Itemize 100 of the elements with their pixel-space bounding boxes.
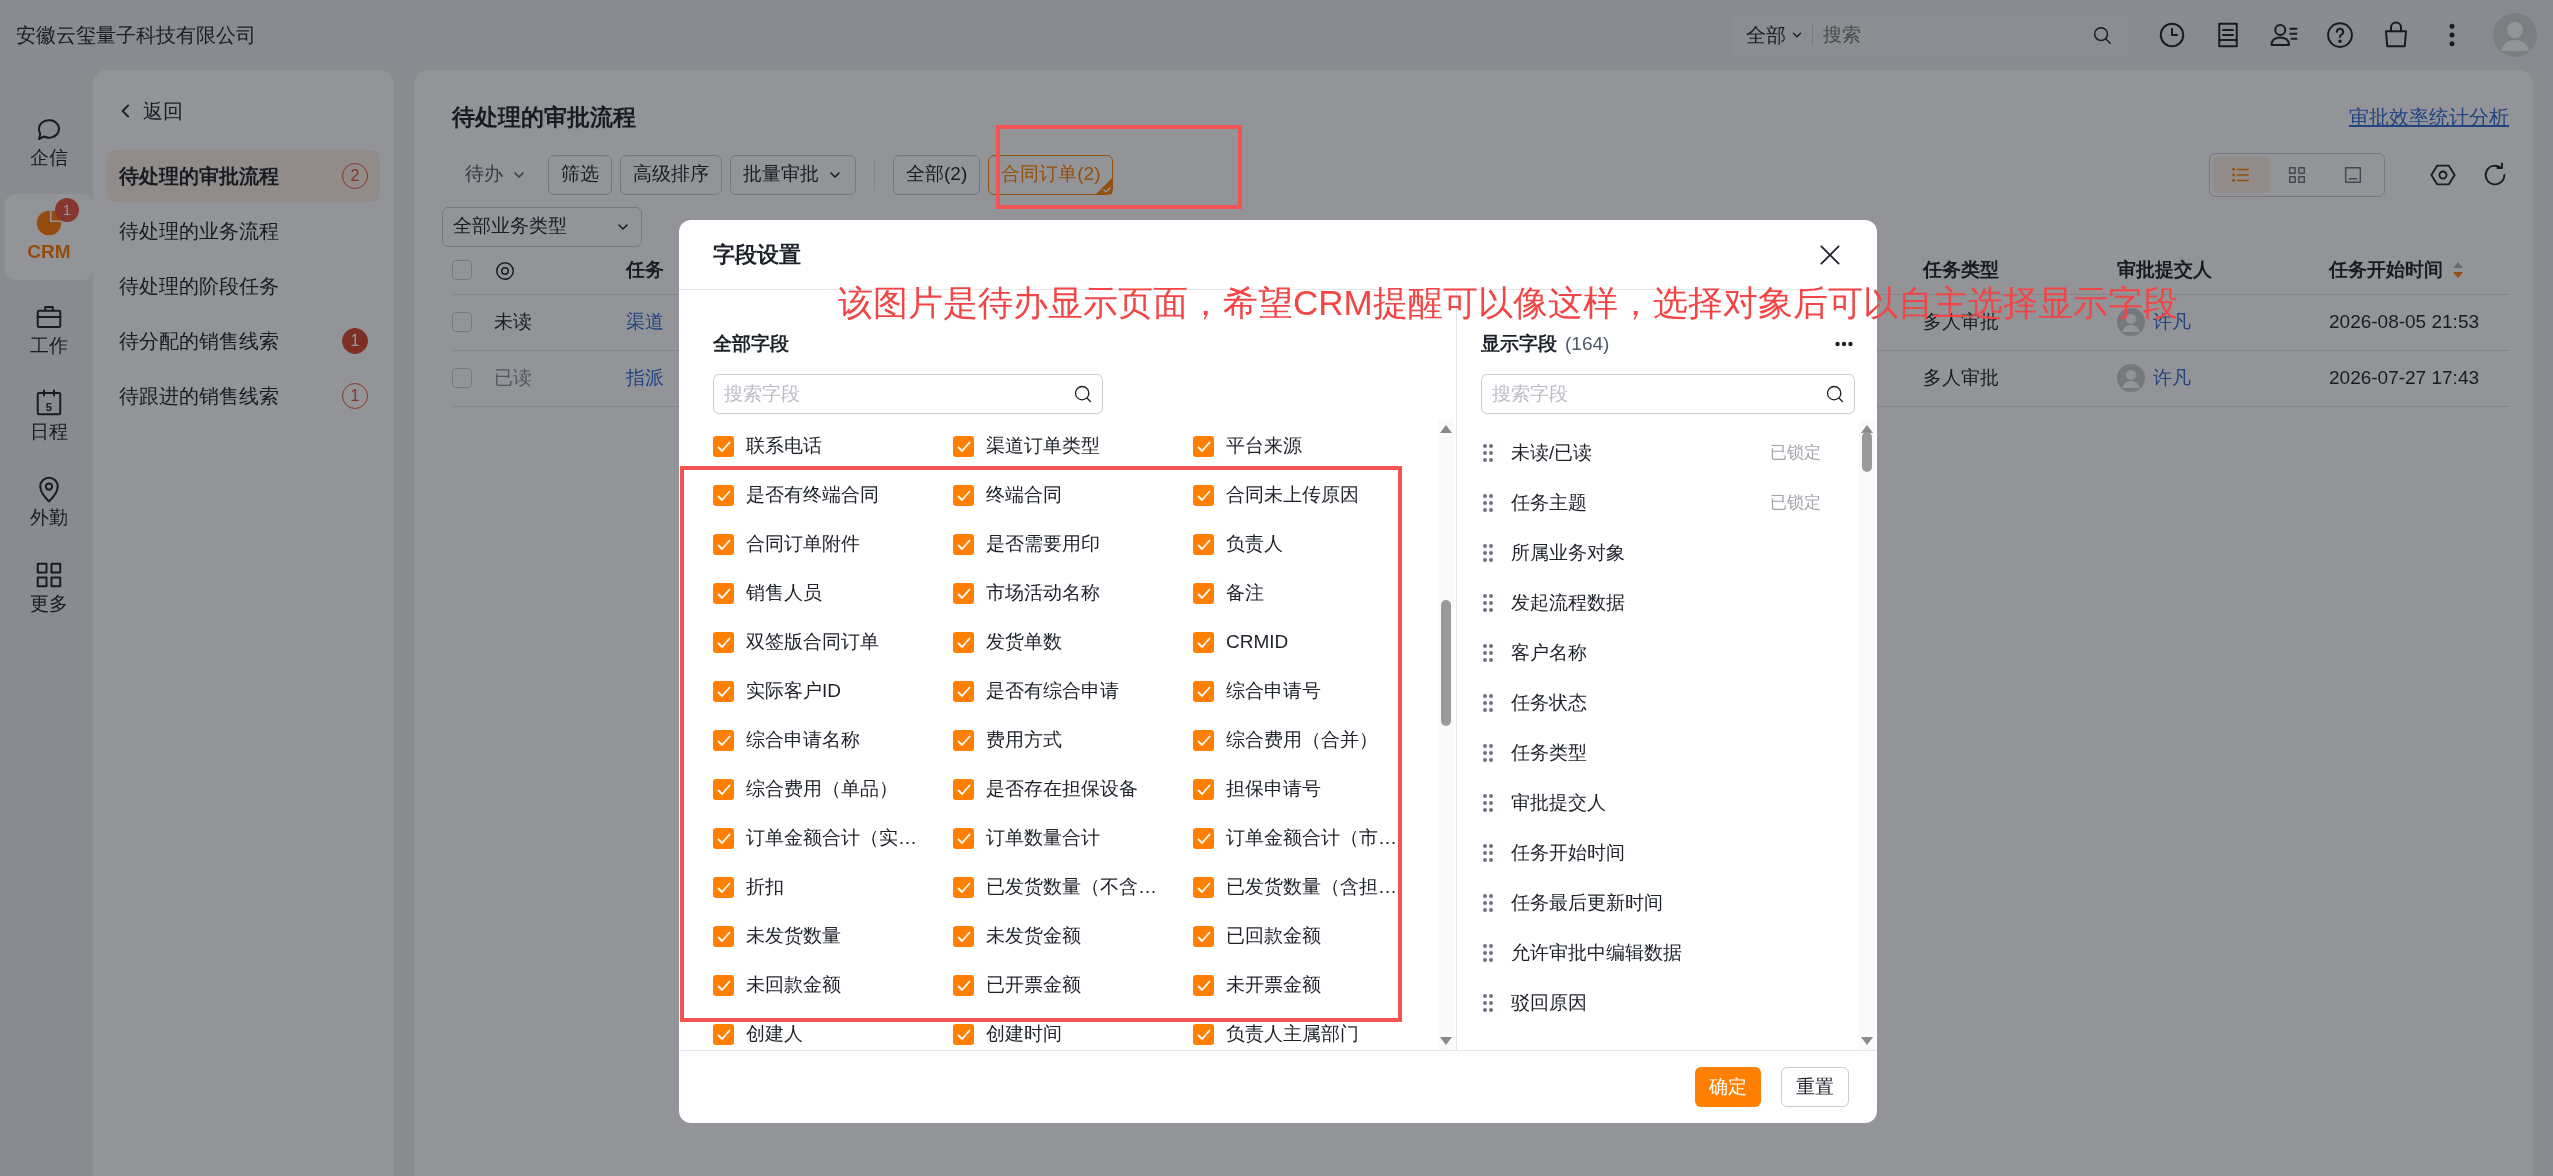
checkbox[interactable]	[953, 779, 974, 800]
checkbox[interactable]	[713, 436, 734, 457]
sidebar-item[interactable]: 待分配的销售线索 1	[107, 315, 380, 367]
drag-handle-icon[interactable]	[1481, 742, 1495, 764]
scroll-down-icon[interactable]	[1860, 1036, 1874, 1046]
checkbox[interactable]	[953, 583, 974, 604]
checkbox[interactable]	[1193, 534, 1214, 555]
field-option[interactable]: 已发货数量（含担…	[1193, 863, 1433, 912]
field-option[interactable]: 终端合同	[953, 471, 1193, 520]
checkbox[interactable]	[953, 975, 974, 996]
drag-handle-icon[interactable]	[1481, 942, 1495, 964]
scroll-up-icon[interactable]	[1860, 424, 1874, 434]
field-option[interactable]: 综合申请号	[1193, 667, 1433, 716]
checkbox[interactable]	[953, 632, 974, 653]
scrollbar-thumb[interactable]	[1441, 600, 1451, 726]
field-option[interactable]: 负责人	[1193, 520, 1433, 569]
row-checkbox[interactable]	[452, 312, 472, 332]
checkbox[interactable]	[1193, 828, 1214, 849]
checkbox[interactable]	[713, 779, 734, 800]
checkbox[interactable]	[1193, 877, 1214, 898]
drag-handle-icon[interactable]	[1481, 442, 1495, 464]
checkbox[interactable]	[713, 1024, 734, 1045]
drag-handle-icon[interactable]	[1481, 542, 1495, 564]
checkbox[interactable]	[713, 877, 734, 898]
checkbox[interactable]	[713, 975, 734, 996]
field-option[interactable]: 是否有终端合同	[713, 471, 953, 520]
field-option[interactable]: 合同订单附件	[713, 520, 953, 569]
checkbox[interactable]	[1193, 583, 1214, 604]
field-option[interactable]: 市场活动名称	[953, 569, 1193, 618]
field-option[interactable]: 未发货金额	[953, 912, 1193, 961]
field-option[interactable]: 创建时间	[953, 1010, 1193, 1059]
checkbox[interactable]	[1193, 975, 1214, 996]
field-option[interactable]: 负责人主属部门	[1193, 1010, 1433, 1059]
rail-item[interactable]: 5 日程	[5, 374, 93, 460]
field-option[interactable]: 双签版合同订单	[713, 618, 953, 667]
checkbox[interactable]	[953, 534, 974, 555]
scroll-down-icon[interactable]	[1439, 1036, 1453, 1046]
field-option[interactable]: CRMID	[1193, 618, 1433, 667]
field-option[interactable]: 实际客户ID	[713, 667, 953, 716]
checkbox[interactable]	[713, 583, 734, 604]
field-option[interactable]: 订单金额合计（实…	[713, 814, 953, 863]
checkbox[interactable]	[713, 485, 734, 506]
row-checkbox[interactable]	[452, 368, 472, 388]
drag-handle-icon[interactable]	[1481, 792, 1495, 814]
clock-icon[interactable]	[2157, 20, 2187, 50]
checkbox[interactable]	[713, 828, 734, 849]
view-toggle[interactable]	[2213, 156, 2269, 193]
checkbox[interactable]	[953, 1024, 974, 1045]
checkbox[interactable]	[713, 730, 734, 751]
field-option[interactable]: 已回款金额	[1193, 912, 1433, 961]
drag-handle-icon[interactable]	[1481, 692, 1495, 714]
sort-icon[interactable]	[2451, 261, 2465, 279]
sidebar-item[interactable]: 待处理的审批流程 2	[107, 150, 380, 202]
checkbox[interactable]	[953, 681, 974, 702]
toolbar-dropdown[interactable]: 批量审批	[730, 154, 856, 195]
field-option[interactable]: 综合费用（单品）	[713, 765, 953, 814]
filter-tab[interactable]: 全部(2)	[893, 154, 981, 195]
field-option[interactable]: 是否需要用印	[953, 520, 1193, 569]
field-option[interactable]: 创建人	[713, 1010, 953, 1059]
checkbox[interactable]	[953, 485, 974, 506]
field-option[interactable]: 费用方式	[953, 716, 1193, 765]
back-link[interactable]: 返回	[107, 96, 380, 126]
field-option[interactable]: 订单数量合计	[953, 814, 1193, 863]
scroll-up-icon[interactable]	[1439, 424, 1453, 434]
checkbox[interactable]	[1193, 730, 1214, 751]
select-all-checkbox[interactable]	[452, 260, 472, 280]
checkbox[interactable]	[1193, 485, 1214, 506]
checkbox[interactable]	[1193, 632, 1214, 653]
scope-dropdown[interactable]: 全部	[1746, 20, 1804, 50]
search-field[interactable]: 搜索字段	[1481, 374, 1855, 414]
field-option[interactable]: 是否有综合申请	[953, 667, 1193, 716]
checkbox[interactable]	[1193, 779, 1214, 800]
field-option[interactable]: 合同未上传原因	[1193, 471, 1433, 520]
sidebar-item[interactable]: 待跟进的销售线索 1	[107, 370, 380, 422]
toolbar-button[interactable]: 高级排序	[620, 154, 722, 195]
field-option[interactable]: 折扣	[713, 863, 953, 912]
checkbox[interactable]	[713, 926, 734, 947]
checkbox[interactable]	[953, 730, 974, 751]
checkbox[interactable]	[713, 534, 734, 555]
field-option[interactable]: 是否存在担保设备	[953, 765, 1193, 814]
help-icon[interactable]	[2325, 20, 2355, 50]
drag-handle-icon[interactable]	[1481, 992, 1495, 1014]
field-option[interactable]: 未开票金额	[1193, 961, 1433, 1010]
rail-item[interactable]: 外勤	[5, 460, 93, 546]
rail-item[interactable]: 更多	[5, 546, 93, 632]
drag-handle-icon[interactable]	[1481, 842, 1495, 864]
drag-handle-icon[interactable]	[1481, 642, 1495, 664]
field-option[interactable]: 已发货数量（不含…	[953, 863, 1193, 912]
checkbox[interactable]	[953, 926, 974, 947]
field-option[interactable]: 综合费用（合并）	[1193, 716, 1433, 765]
field-option[interactable]: 担保申请号	[1193, 765, 1433, 814]
checkbox[interactable]	[1193, 681, 1214, 702]
drag-handle-icon[interactable]	[1481, 492, 1495, 514]
field-option[interactable]: 已开票金额	[953, 961, 1193, 1010]
field-option[interactable]: 未回款金额	[713, 961, 953, 1010]
drag-handle-icon[interactable]	[1481, 892, 1495, 914]
field-option[interactable]: 备注	[1193, 569, 1433, 618]
checkbox[interactable]	[713, 681, 734, 702]
field-option[interactable]: 发货单数	[953, 618, 1193, 667]
checkbox[interactable]	[1193, 926, 1214, 947]
